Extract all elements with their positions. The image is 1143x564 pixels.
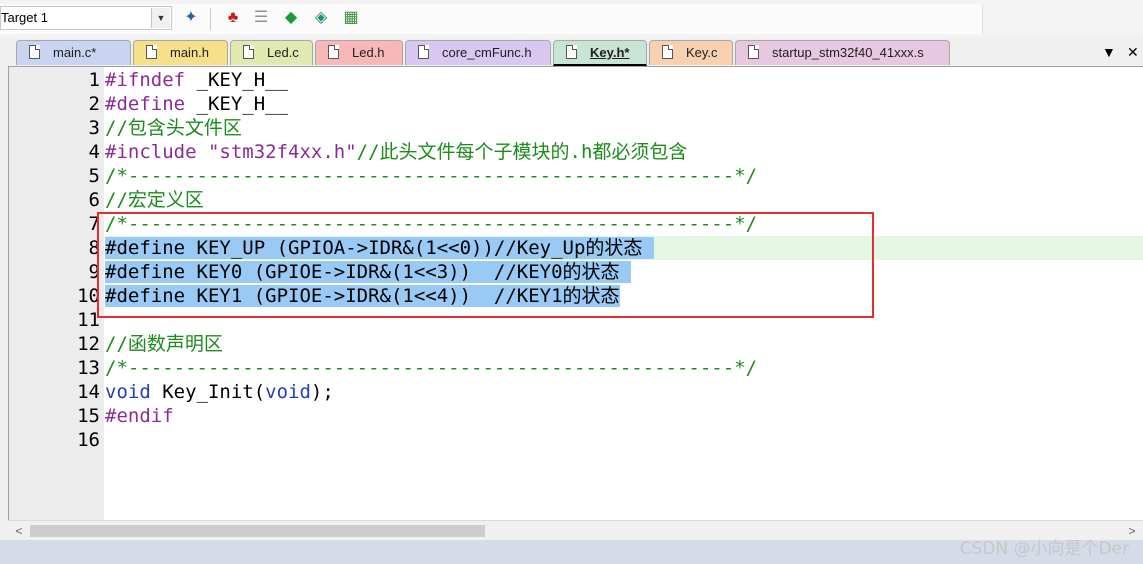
file-icon xyxy=(662,45,673,59)
line-text: void Key_Init(void); xyxy=(105,380,334,404)
line-number: 4 xyxy=(88,141,100,163)
line-number: 13 xyxy=(77,357,100,379)
code-editor[interactable]: 1 #ifndef _KEY_H__ 2 #define _KEY_H__ 3//包含头… xyxy=(8,66,1143,521)
tab-menu-icon[interactable]: ▼ xyxy=(1102,42,1116,62)
code-token: #ifndef xyxy=(105,69,186,91)
line-number: 2 xyxy=(88,93,100,115)
code-token: //此头文件每个子模块的.h都必须包含 xyxy=(356,141,688,163)
line-number: 1 xyxy=(88,69,100,91)
line-number: 8 xyxy=(88,237,100,259)
line-number: 6 xyxy=(88,189,100,211)
scroll-left-icon[interactable]: < xyxy=(10,521,28,541)
line-number: 9 xyxy=(88,261,100,283)
target-select-value: Target 1 xyxy=(1,10,48,25)
code-token: //宏定义区 xyxy=(105,189,204,211)
code-line[interactable]: 12//函数声明区 xyxy=(9,332,1143,356)
line-number: 5 xyxy=(88,165,100,187)
line-text: #endif xyxy=(105,404,174,428)
tab-led-h[interactable]: Led.h xyxy=(315,40,403,65)
code-line[interactable]: 6//宏定义区 xyxy=(9,188,1143,212)
file-icon xyxy=(146,45,157,59)
tab-main-c[interactable]: main.c* xyxy=(16,40,131,65)
tab-led-c[interactable]: Led.c xyxy=(230,40,313,65)
tab-startup-s[interactable]: startup_stm32f40_41xxx.s xyxy=(735,40,950,65)
code-line[interactable]: 4 #include "stm32f4xx.h"//此头文件每个子模块的.h都必须… xyxy=(9,140,1143,164)
line-number: 11 xyxy=(77,309,100,331)
line-text: //宏定义区 xyxy=(105,188,204,212)
line-number: 14 xyxy=(77,381,100,403)
code-line[interactable]: 1 #ifndef _KEY_H__ xyxy=(9,68,1143,92)
magic-wand-icon[interactable]: ✦ xyxy=(180,7,202,29)
code-token: /*--------------------------------------… xyxy=(105,165,758,187)
annotation-box xyxy=(97,212,874,318)
code-token: void xyxy=(265,381,311,403)
line-text: #define _KEY_H__ xyxy=(105,92,288,116)
file-icon xyxy=(328,45,339,59)
code-token: _KEY_H__ xyxy=(185,93,289,115)
line-text: //函数声明区 xyxy=(105,332,223,356)
code-token: ); xyxy=(310,381,334,403)
file-icon xyxy=(566,45,577,59)
code-line[interactable]: 5/*-------------------------------------… xyxy=(9,164,1143,188)
manage-components-icon[interactable]: ♣ xyxy=(222,7,244,29)
scrollbar-thumb[interactable] xyxy=(30,525,485,537)
code-token: void xyxy=(105,381,151,403)
file-tab-bar: main.c* main.h Led.c Led.h core_cmFunc.h… xyxy=(0,38,1143,66)
file-icon xyxy=(243,45,254,59)
code-token: _KEY_H__ xyxy=(185,69,289,91)
code-token: //函数声明区 xyxy=(105,333,223,355)
tab-main-h[interactable]: main.h xyxy=(133,40,228,65)
watermark: CSDN @小向是个Der xyxy=(959,539,1129,559)
code-token: "stm32f4xx.h" xyxy=(196,141,357,163)
file-icon xyxy=(418,45,429,59)
tab-core-cmfunc-h[interactable]: core_cmFunc.h xyxy=(405,40,551,65)
line-number: 15 xyxy=(77,405,100,427)
toolbar: Target 1 ▼ ✦ ♣ ☰ ◆ ◈ ▦ xyxy=(0,0,1143,39)
code-line[interactable]: 3//包含头文件区 xyxy=(9,116,1143,140)
code-token: Key_Init( xyxy=(150,381,266,403)
line-number: 3 xyxy=(88,117,100,139)
code-line[interactable]: 14 void Key_Init(void); xyxy=(9,380,1143,404)
line-number: 7 xyxy=(88,213,100,235)
code-token: #endif xyxy=(105,405,174,427)
code-line[interactable]: 2 #define _KEY_H__ xyxy=(9,92,1143,116)
code-token: /*--------------------------------------… xyxy=(105,357,758,379)
line-text: //包含头文件区 xyxy=(105,116,242,140)
line-text: #ifndef _KEY_H__ xyxy=(105,68,288,92)
code-line[interactable]: 15 #endif xyxy=(9,404,1143,428)
code-token: //包含头文件区 xyxy=(105,117,242,139)
tab-key-c[interactable]: Key.c xyxy=(649,40,733,65)
file-icon xyxy=(748,45,759,59)
code-line[interactable]: 13/*------------------------------------… xyxy=(9,356,1143,380)
target-select[interactable]: Target 1 ▼ xyxy=(0,6,172,30)
line-text: /*--------------------------------------… xyxy=(105,356,757,380)
tab-key-h[interactable]: Key.h* xyxy=(553,40,647,66)
line-text: #include "stm32f4xx.h"//此头文件每个子模块的.h都必须包… xyxy=(105,140,687,164)
line-number: 16 xyxy=(77,429,100,451)
green-diamond-icon[interactable]: ◆ xyxy=(280,7,302,29)
pack-installer-icon[interactable]: ◈ xyxy=(310,7,332,29)
code-token: #define xyxy=(105,93,186,115)
line-text: /*--------------------------------------… xyxy=(105,164,757,188)
code-line[interactable]: 16 xyxy=(9,428,1143,452)
select-packs-icon[interactable]: ▦ xyxy=(340,7,362,29)
code-token: #include xyxy=(105,141,197,163)
toolbar-separator xyxy=(210,8,211,30)
close-icon[interactable]: ✕ xyxy=(1127,42,1139,62)
file-icon xyxy=(29,45,40,59)
chevron-down-icon[interactable]: ▼ xyxy=(151,8,170,28)
layers-icon[interactable]: ☰ xyxy=(250,7,272,29)
line-number: 12 xyxy=(77,333,100,355)
line-number: 10 xyxy=(77,285,100,307)
